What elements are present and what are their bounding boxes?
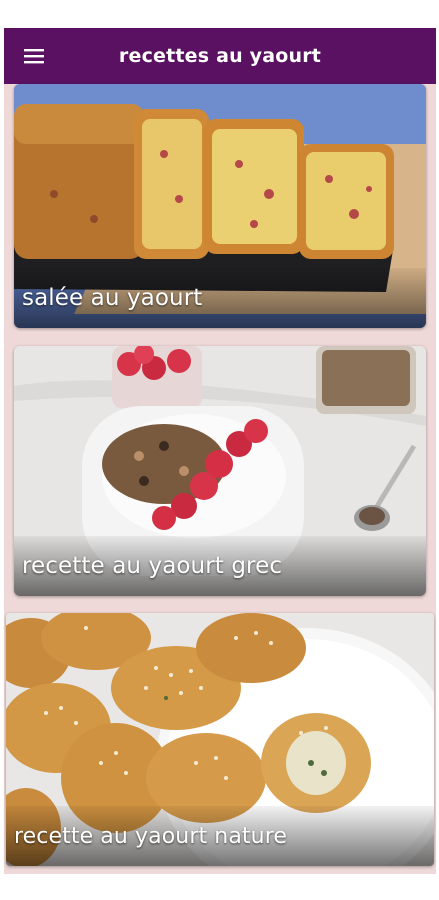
app-title: recettes au yaourt <box>118 45 322 67</box>
app-bar: recettes au yaourt <box>4 28 436 84</box>
recipe-card-nature[interactable]: recette au yaourt nature <box>6 613 434 866</box>
recipe-card-greek[interactable]: recette au yaourt grec <box>14 346 426 596</box>
recipe-card-savory[interactable]: salée au yaourt <box>14 84 426 328</box>
recipe-title: recette au yaourt grec <box>22 553 283 579</box>
recipe-caption: recette au yaourt grec <box>14 536 426 596</box>
recipe-title: recette au yaourt nature <box>14 823 287 849</box>
recipe-caption: recette au yaourt nature <box>6 806 434 866</box>
recipe-caption: salée au yaourt <box>14 268 426 328</box>
hamburger-menu-icon[interactable] <box>22 44 46 68</box>
recipe-title: salée au yaourt <box>22 285 203 311</box>
